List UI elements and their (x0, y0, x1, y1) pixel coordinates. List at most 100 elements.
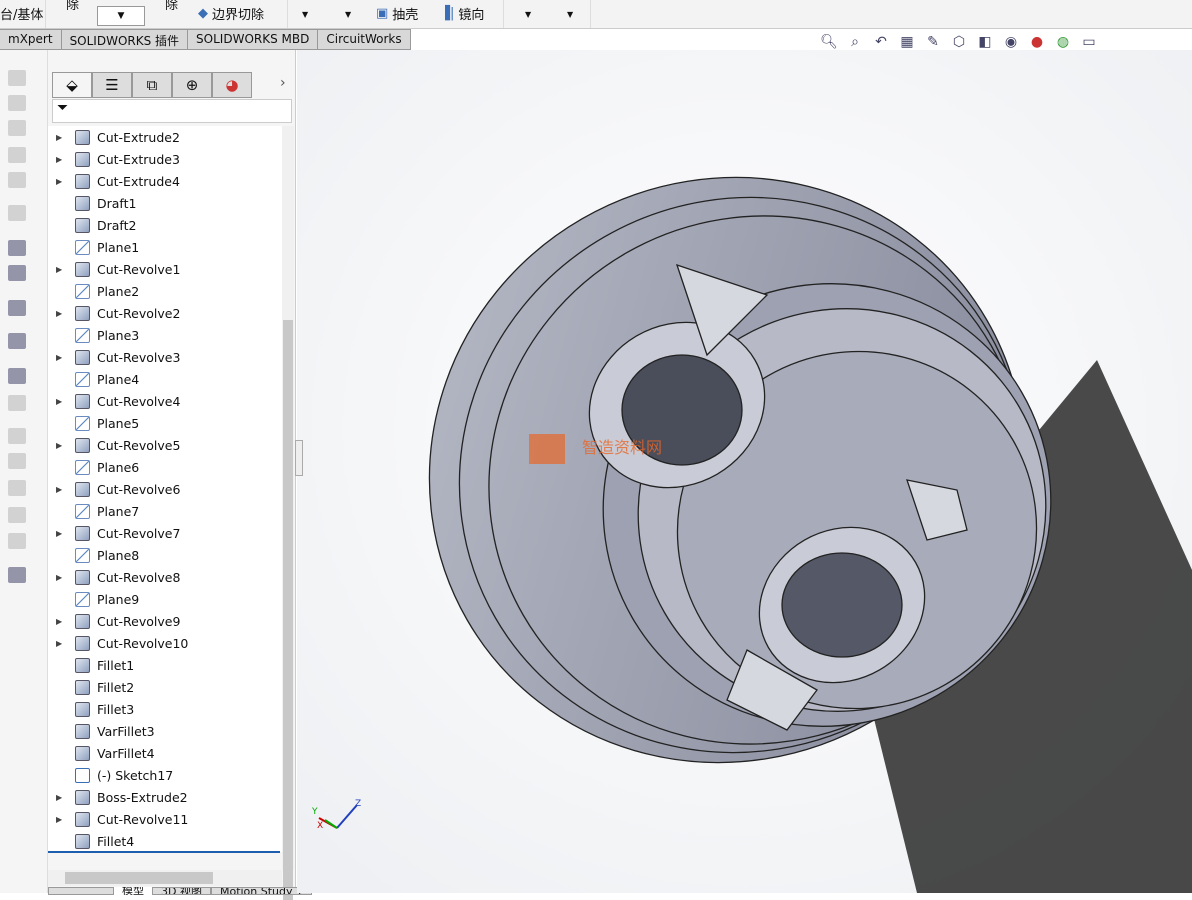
tool-icon[interactable] (8, 172, 26, 188)
tree-item-label: Cut-Revolve3 (97, 349, 181, 365)
tool-icon[interactable] (8, 240, 26, 256)
tool-icon[interactable] (8, 70, 26, 86)
feature-icon (75, 261, 90, 277)
tree-item-label: Cut-Revolve7 (97, 525, 181, 541)
expand-arrow-icon[interactable]: ▶ (56, 441, 62, 450)
tree-vertical-scrollbar[interactable] (282, 126, 294, 900)
plane-icon (75, 547, 90, 563)
expand-arrow-icon[interactable]: ▶ (56, 155, 62, 164)
tool-icon[interactable] (8, 333, 26, 349)
mirror-button[interactable]: ▐| 镜向 (440, 4, 484, 23)
tree-horizontal-scrollbar[interactable] (48, 870, 282, 886)
tree-item-label: VarFillet4 (97, 745, 155, 761)
expand-arrow-icon[interactable]: ▶ (56, 573, 62, 582)
tree-item-label: Boss-Extrude2 (97, 789, 188, 805)
scroll-thumb[interactable] (65, 872, 213, 884)
feature-icon (75, 151, 90, 167)
tool-icon[interactable] (8, 395, 26, 411)
tool-icon[interactable] (8, 368, 26, 384)
shell-button[interactable]: ▣ 抽壳 (376, 4, 418, 23)
expand-arrow-icon[interactable]: ▶ (56, 265, 62, 274)
feature-icon (75, 569, 90, 585)
left-toolbar (0, 50, 48, 893)
dropdown-arrow[interactable]: ▼ (525, 10, 531, 19)
tab-3d-view[interactable]: 3D 视图 (152, 887, 211, 895)
tool-icon[interactable] (8, 205, 26, 221)
expand-arrow-icon[interactable]: ▶ (56, 309, 62, 318)
tree-item-label: Plane9 (97, 591, 140, 607)
mirror-icon: ▐| (440, 6, 455, 21)
property-manager-tab[interactable]: ☰ (92, 72, 132, 98)
tree-item-label: Cut-Revolve1 (97, 261, 181, 277)
expand-arrow-icon[interactable]: ▶ (56, 617, 62, 626)
tree-item-label: Plane4 (97, 371, 140, 387)
watermark-text: 智造资料网 (582, 438, 662, 457)
dropdown-arrow[interactable]: ▼ (345, 10, 351, 19)
panel-collapse-handle[interactable] (295, 440, 303, 476)
expand-arrow-icon[interactable]: ▶ (56, 529, 62, 538)
toolbar-label: 除 (66, 0, 80, 13)
feature-icon (75, 173, 90, 189)
shell-label: 抽壳 (392, 8, 419, 23)
feature-manager-tab[interactable]: ⬙ (52, 72, 92, 98)
tab-circuitworks[interactable]: CircuitWorks (318, 29, 411, 50)
feature-icon (75, 635, 90, 651)
feature-icon (75, 745, 90, 761)
scroll-buttons[interactable] (48, 887, 114, 895)
expand-arrow-icon[interactable]: ▶ (56, 639, 62, 648)
dimxpert-tab[interactable]: ⊕ (172, 72, 212, 98)
tool-icon[interactable] (8, 300, 26, 316)
feature-icon (75, 129, 90, 145)
display-manager-tab[interactable]: ◕ (212, 72, 252, 98)
feature-icon (75, 657, 90, 673)
feature-icon (75, 613, 90, 629)
dropdown-arrow[interactable]: ▼ (302, 10, 308, 19)
tool-icon[interactable] (8, 533, 26, 549)
tree-item-label: Cut-Revolve11 (97, 811, 189, 827)
chevron-right-icon[interactable]: › (280, 75, 286, 91)
tab-model[interactable]: 模型 (114, 887, 152, 895)
panel-tabs: ⬙ ☰ ⧉ ⊕ ◕ (52, 72, 252, 98)
expand-arrow-icon[interactable]: ▶ (56, 485, 62, 494)
tree-item-label: Draft2 (97, 217, 137, 233)
boss-base-button[interactable]: 台/基体 (0, 4, 43, 23)
expand-arrow-icon[interactable]: ▶ (56, 177, 62, 186)
tree-item-label: Cut-Revolve4 (97, 393, 181, 409)
dropdown-arrow[interactable]: ▼ (567, 10, 573, 19)
tree-item-label: Plane3 (97, 327, 140, 343)
tool-icon[interactable] (8, 428, 26, 444)
feature-icon (75, 481, 90, 497)
tool-icon[interactable] (8, 95, 26, 111)
tree-filter-input[interactable]: ⏷ (52, 99, 292, 123)
measure-icon[interactable] (8, 567, 26, 583)
tool-icon[interactable] (8, 453, 26, 469)
feature-icon (75, 833, 90, 849)
tab-mbd-dimension[interactable]: mXpert (0, 29, 62, 50)
expand-arrow-icon[interactable]: ▶ (56, 133, 62, 142)
tab-solidworks-addins[interactable]: SOLIDWORKS 插件 (61, 29, 189, 50)
plane-icon (75, 459, 90, 475)
graphics-area[interactable]: 智造资料网 Z Y X (297, 50, 1192, 893)
command-manager-tabs: mXpert SOLIDWORKS 插件 SOLIDWORKS MBD Circ… (0, 29, 411, 50)
toolbar-label: 除 (165, 0, 179, 13)
scroll-thumb[interactable] (283, 320, 293, 900)
tool-icon[interactable] (8, 265, 26, 281)
tab-solidworks-mbd[interactable]: SOLIDWORKS MBD (188, 29, 319, 50)
expand-arrow-icon[interactable]: ▶ (56, 793, 62, 802)
expand-arrow-icon[interactable]: ▶ (56, 815, 62, 824)
sketch-icon (75, 767, 90, 783)
configuration-manager-tab[interactable]: ⧉ (132, 72, 172, 98)
tree-item-label: Plane5 (97, 415, 140, 431)
expand-arrow-icon[interactable]: ▶ (56, 397, 62, 406)
tool-icon[interactable] (8, 147, 26, 163)
rollback-bar[interactable] (48, 851, 280, 853)
tool-icon[interactable] (8, 507, 26, 523)
tree-item-label: Plane7 (97, 503, 140, 519)
expand-arrow-icon[interactable]: ▶ (56, 353, 62, 362)
tool-icon[interactable] (8, 480, 26, 496)
feature-icon (75, 811, 90, 827)
tree-item-label: Fillet2 (97, 679, 135, 695)
dropdown[interactable]: ▼ (97, 6, 145, 26)
tool-icon[interactable] (8, 120, 26, 136)
boundary-cut-button[interactable]: ◆ 边界切除 (198, 4, 264, 23)
